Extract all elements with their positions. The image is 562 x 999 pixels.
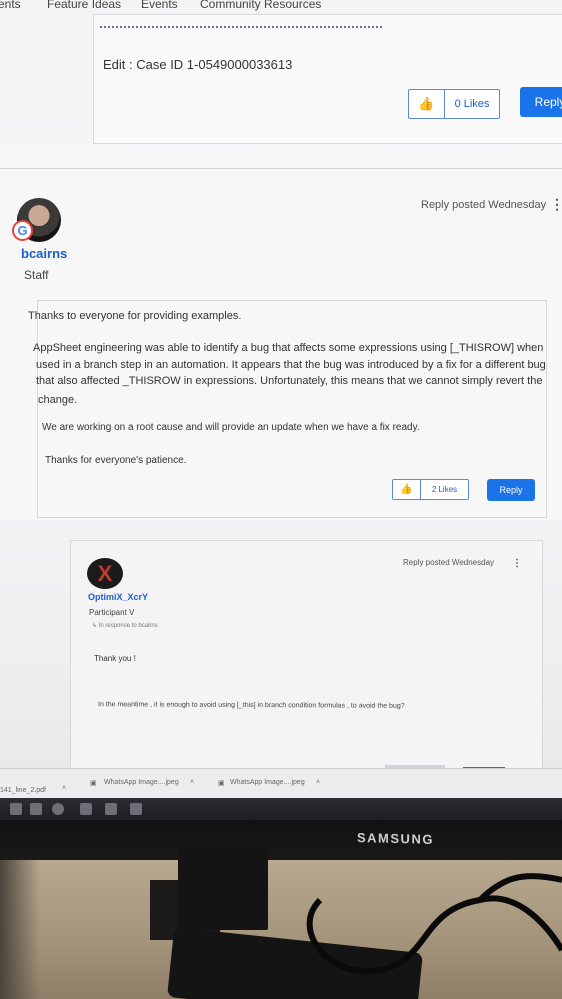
taskbar-app-icon[interactable] — [80, 803, 92, 815]
in-response-text: In response to bcairns — [98, 623, 158, 629]
download-item-image-1[interactable]: WhatsApp Image....jpeg — [104, 779, 179, 786]
previous-post-card — [93, 14, 562, 144]
cable — [306, 873, 562, 975]
monitor-screen: ents Feature Ideas Events Community Reso… — [0, 0, 562, 820]
download-item-image-2[interactable]: WhatsApp Image....jpeg — [230, 779, 305, 786]
in-response-link[interactable]: ↳ In response to bcairns — [92, 622, 158, 629]
reply-line-1: Thank you ! — [94, 654, 136, 663]
post-paragraph-2d: change. — [38, 394, 78, 406]
reply-button-prev[interactable]: Reply — [520, 87, 562, 117]
like-box-post1[interactable]: 👍 2 Likes — [392, 479, 469, 500]
taskbar — [0, 798, 562, 820]
post-meta: Reply posted Wednesday — [421, 199, 547, 211]
nav-item-community-resources[interactable]: Community Resources — [200, 0, 321, 11]
desk-shadow — [0, 860, 40, 999]
post-meta: Reply posted Wednesday — [403, 558, 495, 567]
top-navigation: ents Feature Ideas Events Community Reso… — [0, 0, 562, 14]
image-file-icon: ▣ — [218, 780, 225, 787]
link-fragment — [100, 22, 382, 28]
post-paragraph-4: Thanks for everyone's patience. — [45, 455, 187, 466]
taskbar-app-icon[interactable] — [130, 803, 142, 815]
chevron-up-icon[interactable]: ˄ — [190, 779, 194, 786]
likes-count: 0 Likes — [454, 98, 490, 110]
thumbs-up-icon[interactable]: 👍 — [409, 90, 445, 118]
taskbar-start-icon[interactable] — [10, 803, 22, 815]
taskbar-app-icon[interactable] — [105, 803, 117, 815]
author-name[interactable]: bcairns — [21, 246, 67, 261]
more-options-icon[interactable]: ⋮ — [512, 558, 522, 569]
monitor-stand — [178, 848, 268, 930]
image-file-icon: ▣ — [90, 780, 97, 787]
nav-item-feature-ideas[interactable]: Feature Ideas — [47, 0, 121, 11]
chevron-up-icon[interactable]: ˄ — [316, 779, 320, 786]
reply-button-post1[interactable]: Reply — [487, 479, 535, 501]
post-paragraph-2c: that also affected _THISROW in expressio… — [36, 375, 543, 387]
post-paragraph-2a: AppSheet engineering was able to identif… — [33, 342, 544, 354]
chevron-up-icon[interactable]: ˄ — [62, 785, 66, 792]
author-role: Staff — [24, 268, 49, 282]
author-name[interactable]: OptimiX_XcrY — [88, 592, 148, 602]
download-item-pdf[interactable]: 141_line_2.pdf — [0, 787, 46, 794]
edit-case-line: Edit : Case ID 1-0549000033613 — [103, 57, 293, 72]
reply-arrow-icon: ↳ — [92, 623, 99, 629]
like-box-prev[interactable]: 👍 0 Likes — [408, 89, 500, 119]
avatar-bcairns[interactable]: G — [12, 198, 61, 242]
more-options-icon[interactable]: ⋮ — [550, 196, 562, 213]
post-paragraph-1: Thanks to everyone for providing example… — [28, 310, 242, 322]
post-paragraph-3: We are working on a root cause and will … — [42, 422, 420, 433]
nav-item-events[interactable]: Events — [141, 0, 178, 11]
taskbar-browser-icon[interactable] — [52, 803, 64, 815]
download-bar: 141_line_2.pdf ˄ ▣ WhatsApp Image....jpe… — [0, 768, 562, 798]
thumbs-up-icon[interactable]: 👍 — [393, 480, 421, 499]
post-paragraph-2b: used in a branch step in an automation. … — [36, 359, 546, 371]
avatar-optimix[interactable]: X — [87, 558, 123, 589]
nav-item-ents[interactable]: ents — [0, 0, 21, 11]
google-badge-icon: G — [12, 220, 33, 241]
post-body-frame — [37, 300, 547, 518]
taskbar-search-icon[interactable] — [30, 803, 42, 815]
post-card-optimix — [70, 540, 543, 780]
author-role: Participant V — [89, 608, 135, 617]
monitor-brand-logo: SAMSUNG — [357, 829, 434, 848]
likes-count: 2 Likes — [431, 485, 458, 494]
